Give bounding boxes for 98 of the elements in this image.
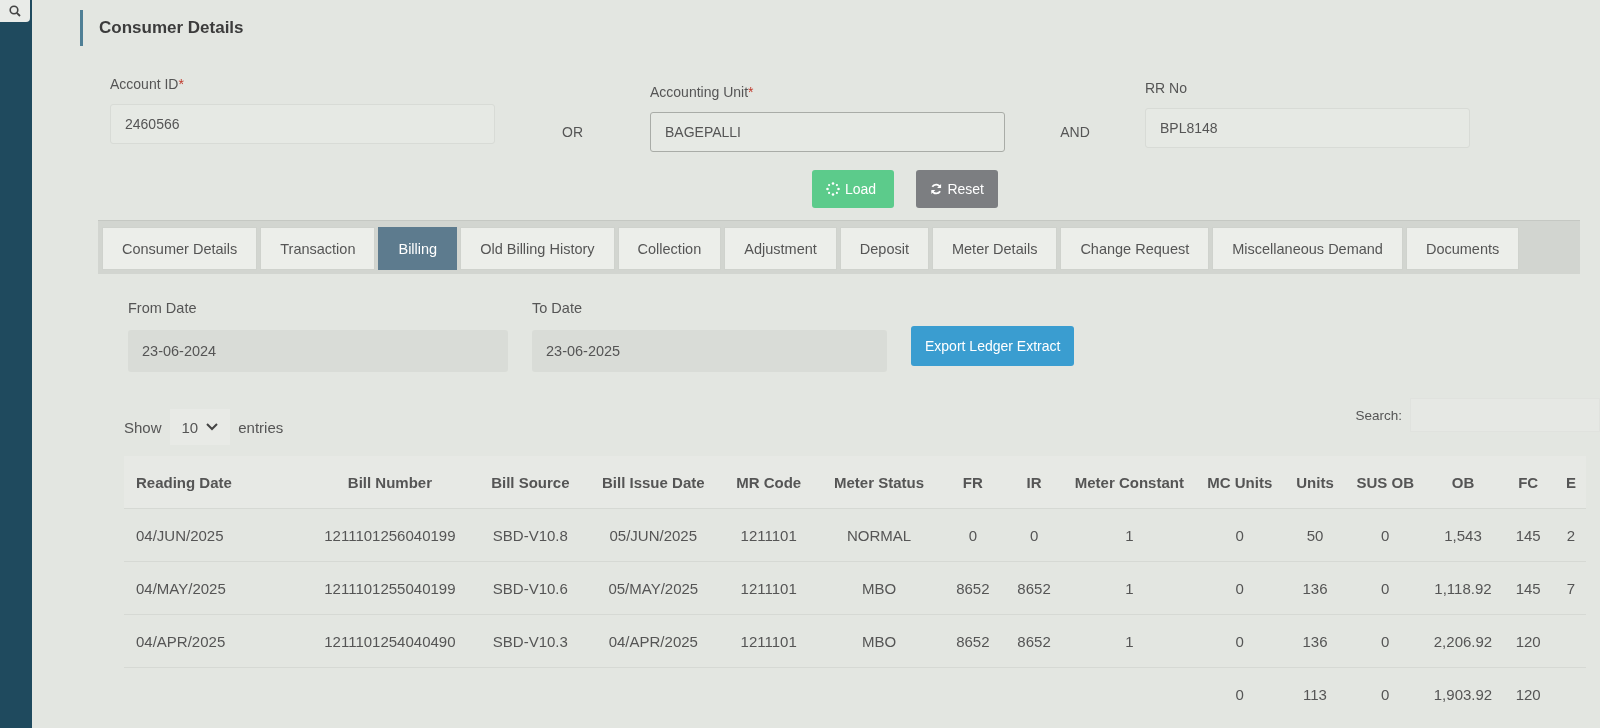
table-cell: 8652 <box>941 561 1004 615</box>
column-header: Bill Issue Date <box>585 456 721 509</box>
table-cell: 0 <box>1194 667 1285 720</box>
table-cell: 1211101 <box>721 508 817 562</box>
tab[interactable]: Adjustment <box>724 227 837 270</box>
table-cell: SBD-V10.8 <box>475 508 586 562</box>
table-cell: 8652 <box>1003 561 1065 615</box>
column-header: E <box>1555 456 1586 509</box>
table-cell: 05/MAY/2025 <box>585 561 721 615</box>
search-button[interactable] <box>0 0 30 22</box>
table-cell: 8652 <box>1003 614 1065 668</box>
column-header: Units <box>1284 456 1346 509</box>
table-cell: 04/APR/2025 <box>585 614 721 668</box>
column-header: OB <box>1425 456 1501 509</box>
refresh-icon <box>930 182 943 196</box>
date-field[interactable]: 23-06-2025 <box>532 330 887 372</box>
table-cell: 0 <box>1345 508 1426 562</box>
tab[interactable]: Old Billing History <box>460 227 615 270</box>
table-cell: 0 <box>1345 614 1426 668</box>
tab[interactable]: Documents <box>1405 227 1520 270</box>
table-cell: 145 <box>1500 561 1556 615</box>
column-header: SUS OB <box>1345 456 1426 509</box>
table-cell: 1,543 <box>1425 508 1501 562</box>
table-cell: 1,118.92 <box>1425 561 1501 615</box>
table-cell: 145 <box>1500 508 1556 562</box>
search-label: Search: <box>1355 407 1402 423</box>
table-cell: 1,903.92 <box>1425 667 1501 720</box>
page-title: Consumer Details <box>99 18 244 38</box>
date-field[interactable]: 23-06-2024 <box>128 330 508 372</box>
table-cell: 0 <box>941 508 1004 562</box>
page-size-select[interactable]: 10 <box>169 409 231 445</box>
column-header: MR Code <box>721 456 817 509</box>
table-cell: 1 <box>1064 614 1195 668</box>
column-header: Meter Status <box>816 456 942 509</box>
column-header: Bill Number <box>304 456 476 509</box>
table-cell: 1 <box>1064 508 1195 562</box>
column-header: Meter Constant <box>1064 456 1195 509</box>
tab[interactable]: Transaction <box>260 227 376 270</box>
column-header: MC Units <box>1194 456 1285 509</box>
chevron-down-icon <box>206 423 219 431</box>
table-cell: 1 <box>1064 561 1195 615</box>
table-cell: 0 <box>1194 561 1285 615</box>
tab[interactable]: Billing <box>378 227 458 270</box>
field-label: Account ID* <box>110 76 185 92</box>
tab[interactable]: Deposit <box>839 227 929 270</box>
column-header: FC <box>1500 456 1556 509</box>
table-cell: 136 <box>1284 614 1346 668</box>
table-cell: 0 <box>1345 667 1426 720</box>
joiner-label: AND <box>1059 124 1091 140</box>
tab[interactable]: Change Request <box>1060 227 1210 270</box>
text-field[interactable]: BPL8148 <box>1145 108 1470 148</box>
table-cell: 2,206.92 <box>1425 614 1501 668</box>
table-cell: SBD-V10.6 <box>475 561 586 615</box>
tab[interactable]: Meter Details <box>931 227 1058 270</box>
table-cell: 8652 <box>941 614 1004 668</box>
table-cell: 1211101255040199 <box>304 561 476 615</box>
tab[interactable]: Consumer Details <box>102 227 258 270</box>
table-cell: 1211101 <box>721 614 817 668</box>
text-field[interactable]: BAGEPALLI <box>650 112 1005 152</box>
search-icon <box>9 5 21 17</box>
entries-label: entries <box>238 418 284 436</box>
field-label: To Date <box>532 300 583 316</box>
joiner-label: OR <box>561 124 584 140</box>
table-cell: 0 <box>1003 508 1065 562</box>
column-header: IR <box>1003 456 1065 509</box>
field-label: From Date <box>128 300 198 316</box>
table-cell: 1211101256040199 <box>304 508 476 562</box>
table-cell: 50 <box>1284 508 1346 562</box>
text-field[interactable]: 2460566 <box>110 104 495 144</box>
table-cell: 0 <box>1345 561 1426 615</box>
column-header: Reading Date <box>124 456 305 509</box>
table-cell: 04/MAY/2025 <box>124 561 305 615</box>
table-cell: MBO <box>816 614 942 668</box>
table-cell: 04/JUN/2025 <box>124 508 305 562</box>
reset-button[interactable]: Reset <box>916 170 998 208</box>
table-cell: 04/APR/2025 <box>124 614 305 668</box>
column-header: Bill Source <box>475 456 586 509</box>
table-cell: 1211101254040490 <box>304 614 476 668</box>
column-header: FR <box>941 456 1004 509</box>
tab[interactable]: Miscellaneous Demand <box>1212 227 1403 270</box>
table-cell: SBD-V10.3 <box>475 614 586 668</box>
field-label: Accounting Unit* <box>650 84 755 100</box>
table-cell: 136 <box>1284 561 1346 615</box>
table-cell: 05/JUN/2025 <box>585 508 721 562</box>
tab[interactable]: Collection <box>617 227 722 270</box>
table-cell: 113 <box>1284 667 1346 720</box>
table-cell: 7 <box>1555 561 1586 615</box>
table-cell: 0 <box>1194 614 1285 668</box>
table-cell: 2 <box>1555 508 1586 562</box>
spinner-icon <box>826 182 840 196</box>
table-cell: NORMAL <box>816 508 942 562</box>
show-label: Show <box>124 418 162 436</box>
table-cell: 120 <box>1500 614 1556 668</box>
table-cell: 120 <box>1500 667 1556 720</box>
table-cell: MBO <box>816 561 942 615</box>
table-cell: 0 <box>1194 508 1285 562</box>
field-label: RR No <box>1145 80 1188 96</box>
table-cell: 1211101 <box>721 561 817 615</box>
